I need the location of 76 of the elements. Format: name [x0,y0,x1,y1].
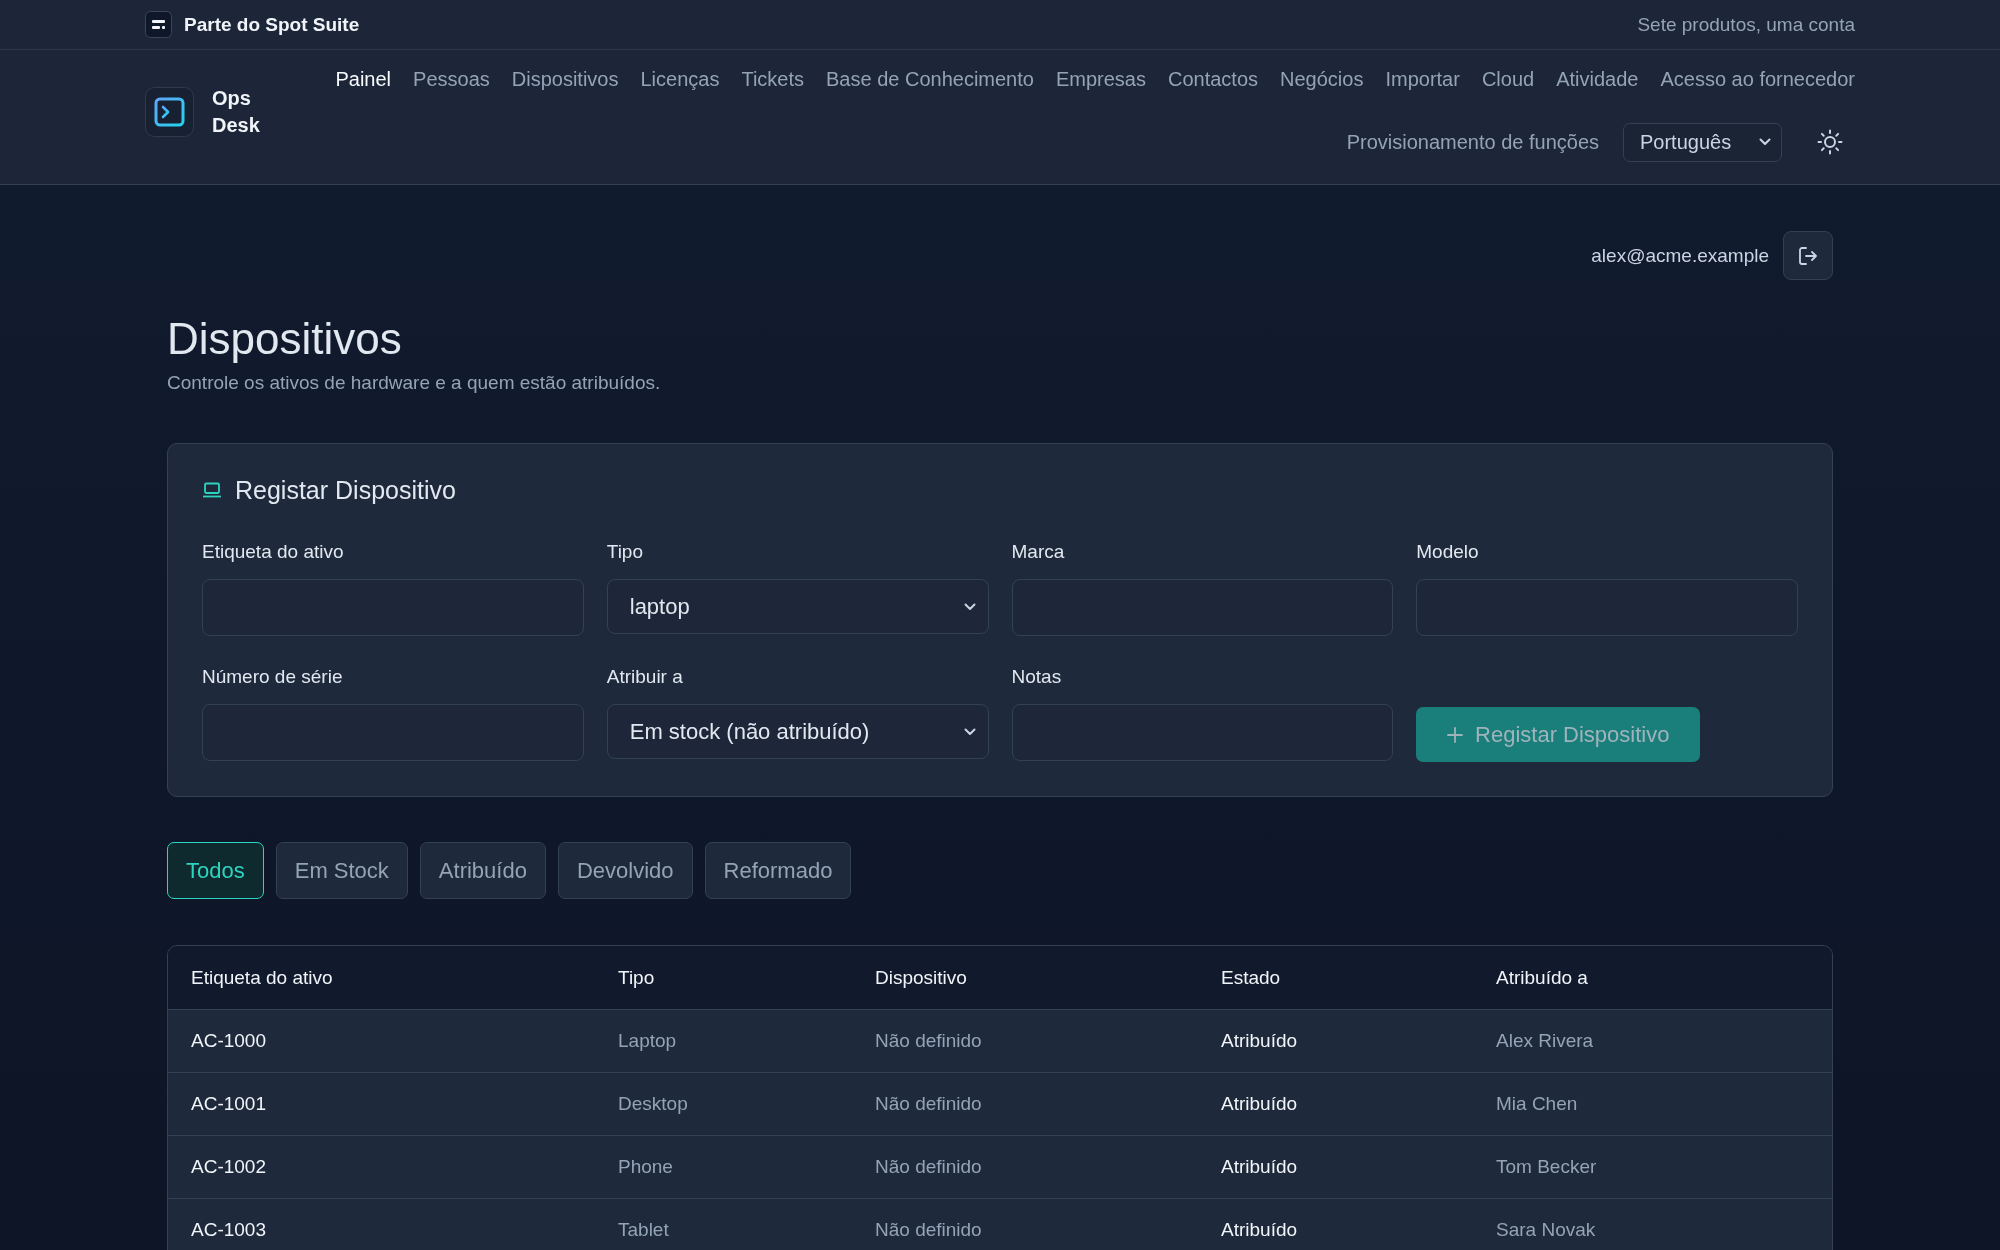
table-cell-text: Laptop [617,1030,678,1052]
table-cell-text: AC-1002 [190,1156,267,1178]
page-subtitle: Controle os ativos de hardware e a quem estão atribuídos. [167,371,662,395]
column-header: Atribuído a [1495,966,1589,989]
nav-link[interactable]: Pessoas [413,67,490,91]
nav-link[interactable]: Atividade [1556,67,1639,91]
table-cell-text: Não definido [874,1219,983,1241]
table-cell-text: Tablet [617,1219,670,1241]
nav-link[interactable]: Acesso ao fornecedor [1660,67,1855,91]
field-label: Etiqueta do ativo [202,540,345,564]
column-header: Tipo [617,966,656,989]
text-input-field[interactable] [1416,579,1798,636]
table-cell-text: AC-1001 [190,1093,267,1115]
filter-tab[interactable]: Todos [167,842,264,899]
filter-tab[interactable]: Devolvido [557,842,693,899]
page-title: Dispositivos [167,313,403,365]
nav-link[interactable]: Painel [335,67,392,91]
nav-link[interactable]: Negócios [1280,67,1364,91]
text-input-field[interactable] [1011,579,1394,636]
dropdown-select[interactable]: Em stock (não atribuído) [606,704,989,759]
table-cell-text: Atribuído [1220,1156,1299,1178]
field-label: Número de série [202,665,344,689]
nav-link[interactable]: Empresas [1055,67,1146,91]
brand-name[interactable]: Ops Desk [212,84,260,139]
chevron-down-icon [1759,138,1771,146]
field-label: Marca [1011,540,1066,564]
table-cell-text: Phone [617,1156,674,1178]
laptop-icon [202,482,222,498]
table-cell-text: AC-1000 [190,1030,267,1052]
plus-icon [1447,726,1464,743]
table-cell-text: Sara Novak [1495,1219,1597,1241]
table-cell-text: Atribuído [1220,1219,1299,1241]
card-title: Registar Dispositivo [235,475,456,505]
table-cell-text: Atribuído [1220,1093,1299,1115]
field-label: Modelo [1416,540,1480,564]
text-input-field[interactable] [202,704,584,761]
logout-button[interactable] [1783,231,1833,280]
text-input-field[interactable] [1011,704,1394,761]
column-header: Dispositivo [874,966,968,989]
table-cell-text: Não definido [874,1030,983,1052]
text-input-field[interactable] [202,579,584,636]
nav-link[interactable]: Dispositivos [511,67,619,91]
column-header: Estado [1220,966,1282,989]
suite-logo-icon [145,11,172,38]
table-cell-text: Alex Rivera [1495,1030,1595,1052]
table-cell-text: Tom Becker [1495,1156,1598,1178]
terminal-logo-icon[interactable] [145,86,194,137]
filter-tab[interactable]: Reformado [704,842,852,899]
field-label: Tipo [606,540,644,564]
suite-tagline: Sete produtos, uma conta [1637,13,1855,36]
filter-tab[interactable]: Em Stock [275,842,408,899]
table-cell-text: Não definido [874,1156,983,1178]
field-label: Atribuir a [606,665,684,689]
column-header: Etiqueta do ativo [190,966,334,989]
nav-link[interactable]: Importar [1385,67,1460,91]
logout-icon [1798,245,1818,266]
nav-link[interactable]: Licenças [640,67,720,91]
table-cell-text: AC-1003 [190,1219,267,1241]
chevron-down-icon [963,727,976,736]
chevron-down-icon [963,602,976,611]
nav-link[interactable]: Cloud [1481,67,1535,91]
language-select[interactable]: Português [1623,122,1782,162]
nav-link[interactable]: Contactos [1167,67,1259,91]
user-email: alex@acme.example [1591,244,1769,267]
role-provisioning-link[interactable]: Provisionamento de funções [1346,130,1599,154]
table-cell-text: Não definido [874,1093,983,1115]
table-cell-text: Atribuído [1220,1030,1299,1052]
table-cell-text: Desktop [617,1093,689,1115]
suite-title: Parte do Spot Suite [184,13,360,36]
dropdown-select[interactable]: laptop [606,579,989,634]
nav-link[interactable]: Tickets [741,67,804,91]
table-cell-text: Mia Chen [1495,1093,1579,1115]
nav-link[interactable]: Base de Conhecimento [826,67,1034,91]
filter-tab[interactable]: Atribuído [419,842,546,899]
field-label: Notas [1011,665,1063,689]
sun-icon[interactable] [1817,129,1843,155]
